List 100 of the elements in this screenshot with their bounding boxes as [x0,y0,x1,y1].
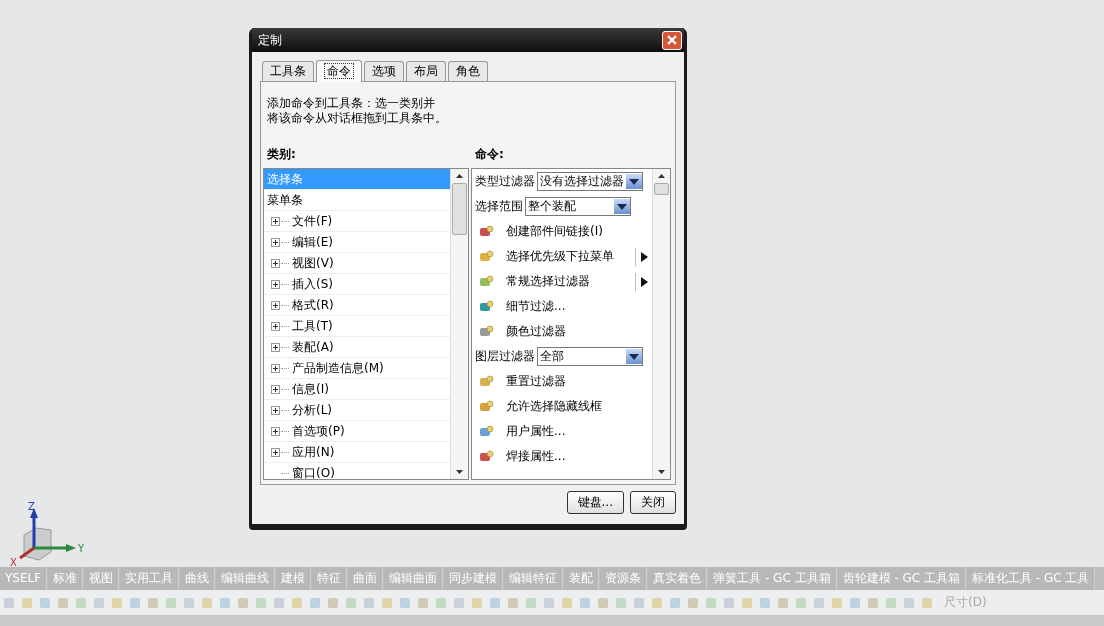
toolbar-icon[interactable] [866,595,880,610]
toolbar-icon[interactable] [380,595,394,610]
toolbar-icon[interactable] [398,595,412,610]
category-item[interactable]: 窗口(O) [292,463,335,479]
toolbar-icon[interactable] [506,595,520,610]
expand-icon[interactable] [271,363,280,373]
category-item[interactable]: 分析(L) [292,400,333,420]
scrollbar[interactable] [652,169,670,479]
command-item[interactable]: 创建部件间链接(I) [506,223,603,240]
toolbar-icon[interactable] [596,595,610,610]
scroll-thumb[interactable] [452,183,467,235]
toolbar-icon[interactable] [344,595,358,610]
command-item[interactable]: 选择优先级下拉菜单 [506,248,614,265]
toolbar-icon[interactable] [722,595,736,610]
dialog-button[interactable]: 关闭 [630,491,676,514]
expand-icon[interactable] [271,384,280,394]
tab[interactable]: 布局 [406,61,446,81]
toolbar-icon[interactable] [416,595,430,610]
toolbar-icon[interactable] [578,595,592,610]
submenu-arrow-icon[interactable] [641,251,648,262]
category-item[interactable]: 视图(V) [292,253,334,273]
toolbar-icon[interactable] [776,595,790,610]
expand-icon[interactable] [271,426,280,436]
filter-dropdown[interactable]: 整个装配 [525,197,631,216]
toolbar-icon[interactable] [542,595,556,610]
scroll-up-icon[interactable] [658,174,665,178]
toolbar-icon[interactable] [686,595,700,610]
toolbar-icon[interactable] [794,595,808,610]
filter-dropdown[interactable]: 全部 [537,347,643,366]
close-button[interactable] [662,30,682,50]
expand-icon[interactable] [271,405,280,415]
category-item[interactable]: 信息(I) [292,379,329,399]
command-item[interactable]: 重置过滤器 [506,373,566,390]
scroll-down-icon[interactable] [658,470,665,474]
toolbar-icon[interactable] [920,595,934,610]
toolbar-icon[interactable] [434,595,448,610]
command-item[interactable]: 用户属性... [506,423,566,440]
expand-icon[interactable] [271,216,280,226]
toolbar-icon[interactable] [632,595,646,610]
toolbar-icon[interactable] [20,595,34,610]
toolbar-icon[interactable] [470,595,484,610]
expand-icon[interactable] [271,258,280,268]
toolbar-icon[interactable] [2,595,16,610]
dialog-button[interactable]: 键盘... [566,491,624,514]
toolbar-icon[interactable] [668,595,682,610]
toolbar-icon[interactable] [74,595,88,610]
expand-icon[interactable] [271,447,280,457]
toolbar-icon[interactable] [812,595,826,610]
category-item[interactable]: 工具(T) [292,316,333,336]
expand-icon[interactable] [271,321,280,331]
command-item[interactable]: 常规选择过滤器 [506,273,590,290]
tab[interactable]: 工具条 [262,61,314,81]
toolbar-icon[interactable] [902,595,916,610]
toolbar-icon[interactable] [272,595,286,610]
command-item[interactable]: 颜色过滤器 [506,323,566,340]
scroll-down-icon[interactable] [456,470,463,474]
toolbar-icon[interactable] [56,595,70,610]
toolbar-icon[interactable] [128,595,142,610]
toolbar-icon[interactable] [704,595,718,610]
category-item[interactable]: 装配(A) [292,337,334,357]
tab[interactable]: 命令 [316,60,362,82]
tab[interactable]: 选项 [364,61,404,81]
toolbar-icon[interactable] [236,595,250,610]
toolbar-icon[interactable] [326,595,340,610]
toolbar-icon[interactable] [308,595,322,610]
category-item[interactable]: 首选项(P) [292,421,345,441]
command-item[interactable]: 焊接属性... [506,448,566,465]
toolbar-icon[interactable] [488,595,502,610]
submenu-arrow-icon[interactable] [641,276,648,287]
toolbar-icon[interactable] [362,595,376,610]
expand-icon[interactable] [271,300,280,310]
tab[interactable]: 角色 [448,61,488,81]
category-item[interactable]: 文件(F) [292,211,333,231]
scrollbar[interactable] [450,169,468,479]
category-item[interactable]: 应用(N) [292,442,335,462]
filter-dropdown[interactable]: 没有选择过滤器 [537,172,643,191]
toolbar-icon[interactable] [560,595,574,610]
expand-icon[interactable] [271,237,280,247]
toolbar-icon[interactable] [146,595,160,610]
expand-icon[interactable] [271,342,280,352]
expand-icon[interactable] [271,279,280,289]
toolbar-icon[interactable] [884,595,898,610]
category-item[interactable]: 产品制造信息(M) [292,358,384,378]
category-item[interactable]: 格式(R) [292,295,334,315]
toolbar-icon[interactable] [218,595,232,610]
toolbar-icon[interactable] [200,595,214,610]
scroll-up-icon[interactable] [456,174,463,178]
toolbar-icon[interactable] [452,595,466,610]
command-item[interactable]: 允许选择隐藏线框 [506,398,602,415]
toolbar-icon[interactable] [614,595,628,610]
toolbar-icon[interactable] [830,595,844,610]
toolbar-icon[interactable] [758,595,772,610]
command-item[interactable]: 细节过滤... [506,298,566,315]
category-item[interactable]: 编辑(E) [292,232,333,252]
scroll-thumb[interactable] [654,183,669,195]
toolbar-icon[interactable] [38,595,52,610]
toolbar-icon[interactable] [110,595,124,610]
toolbar-icon[interactable] [254,595,268,610]
toolbar-icon[interactable] [164,595,178,610]
toolbar-icon[interactable] [650,595,664,610]
